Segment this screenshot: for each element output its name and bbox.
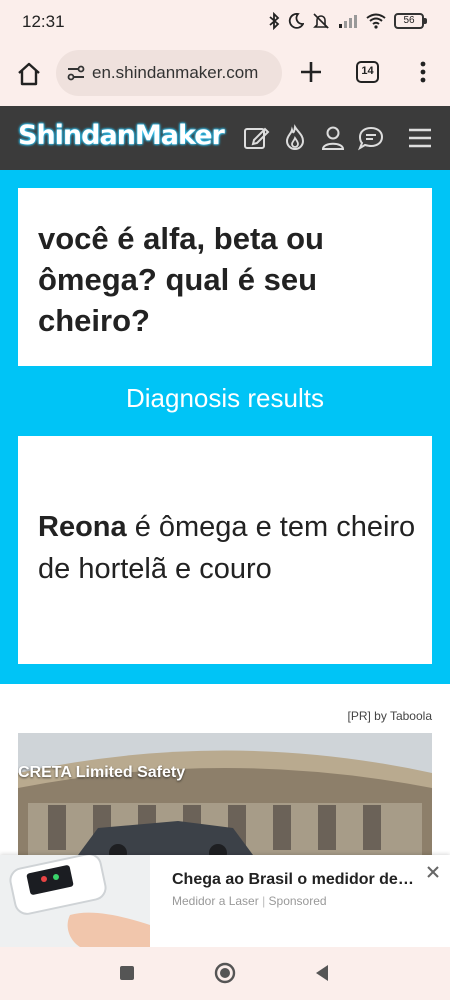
mute-icon bbox=[313, 13, 329, 29]
address-bar[interactable]: en.shindanmaker.com bbox=[56, 50, 282, 96]
system-nav-bar bbox=[0, 947, 450, 1000]
hamburger-menu-icon[interactable] bbox=[406, 124, 434, 152]
pulse-oximeter-image bbox=[0, 855, 150, 947]
status-bar: 12:31 56 bbox=[0, 0, 450, 46]
recents-icon[interactable] bbox=[115, 961, 139, 985]
diagnosis-section: você é alfa, beta ou ômega? qual é seu c… bbox=[0, 170, 450, 684]
ad-meta: Medidor a Laser | Sponsored bbox=[172, 894, 327, 908]
site-logo[interactable]: ShindanMaker bbox=[18, 120, 225, 151]
status-icons: 56 bbox=[268, 12, 427, 30]
sponsor-credit[interactable]: [PR] by Taboola bbox=[348, 709, 433, 723]
home-nav-icon[interactable] bbox=[213, 961, 237, 985]
more-menu-icon[interactable] bbox=[414, 59, 432, 85]
ad-headline[interactable]: Chega ao Brasil o medidor de pressão bbox=[172, 871, 417, 889]
results-label: Diagnosis results bbox=[126, 383, 324, 413]
tab-count-button[interactable]: 14 bbox=[356, 61, 379, 83]
diagnosis-title[interactable]: você é alfa, beta ou ômega? qual é seu c… bbox=[38, 218, 418, 341]
browser-toolbar: en.shindanmaker.com 14 bbox=[0, 46, 450, 106]
site-header: ShindanMaker bbox=[0, 106, 450, 170]
ad-thumbnail[interactable] bbox=[0, 855, 150, 947]
home-icon[interactable] bbox=[15, 60, 43, 88]
stadium-illustration bbox=[18, 733, 432, 855]
ad-source: Medidor a Laser bbox=[172, 894, 259, 908]
create-icon[interactable] bbox=[242, 124, 270, 152]
diagnosis-title-card: você é alfa, beta ou ômega? qual é seu c… bbox=[18, 188, 432, 366]
wifi-icon bbox=[366, 13, 386, 29]
ad-sponsored-label: Sponsored bbox=[268, 894, 327, 908]
ad-overlay-text: CRETA Limited Safety bbox=[18, 764, 186, 781]
bluetooth-icon bbox=[269, 12, 280, 30]
signal-icon bbox=[339, 15, 357, 28]
back-icon[interactable] bbox=[310, 961, 334, 985]
battery-icon: 56 bbox=[394, 13, 427, 29]
url-text: en.shindanmaker.com bbox=[92, 63, 259, 82]
sticky-ad[interactable]: Chega ao Brasil o medidor de pressão Med… bbox=[0, 855, 450, 947]
hot-icon[interactable] bbox=[281, 124, 309, 152]
result-card: Reona é ômega e tem cheiro de hortelã e … bbox=[18, 436, 432, 664]
new-tab-icon[interactable] bbox=[298, 59, 324, 85]
moon-icon bbox=[288, 13, 304, 29]
site-info-icon[interactable] bbox=[66, 63, 86, 83]
user-icon[interactable] bbox=[319, 124, 347, 152]
status-time: 12:31 bbox=[22, 12, 65, 31]
close-icon[interactable] bbox=[426, 865, 440, 879]
chat-icon[interactable] bbox=[357, 124, 385, 152]
ad-image[interactable]: CRETA Limited Safety bbox=[18, 733, 432, 855]
result-text: Reona é ômega e tem cheiro de hortelã e … bbox=[38, 506, 423, 590]
result-name: Reona bbox=[38, 511, 127, 543]
